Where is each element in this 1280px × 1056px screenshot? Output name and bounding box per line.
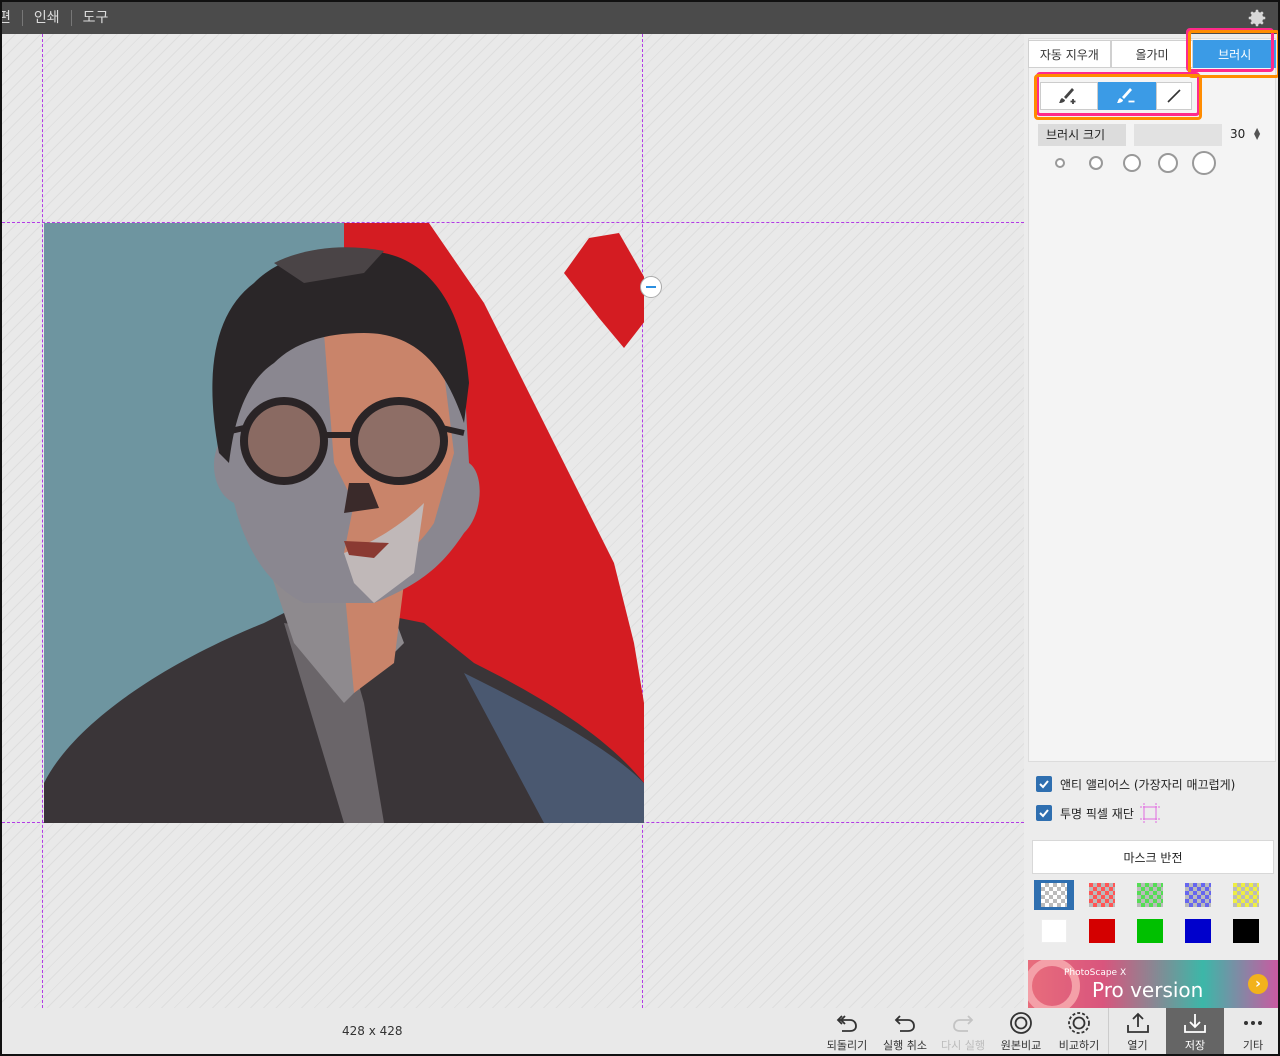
save-label: 저장 [1184,1039,1206,1052]
open-icon [1126,1012,1149,1033]
crop-icon [1139,803,1160,823]
redo-label: 다시 실행 [941,1039,985,1052]
more-label: 기타 [1242,1039,1264,1052]
ad-small-text: PhotoScape X [1064,968,1127,978]
top-menu: 편 인쇄 도구 [2,2,119,34]
tab-auto-eraser[interactable]: 자동 지우개 [1028,40,1111,68]
undo-button[interactable]: 실행 취소 [876,1008,934,1054]
brush-preset-4[interactable] [1150,150,1186,176]
menu-item-edit[interactable]: 편 [2,10,23,26]
swatch-green[interactable] [1130,916,1170,946]
undo-icon [894,1015,915,1032]
image-dimensions: 428 x 428 [342,1024,403,1038]
more-button[interactable]: 기타 [1224,1008,1278,1054]
brush-size-presets [1042,150,1222,176]
top-bar: 편 인쇄 도구 [2,2,1278,34]
more-icon [1244,1021,1262,1025]
brush-size-value[interactable]: 30 [1230,124,1245,146]
antialias-option[interactable]: 앤티 앨리어스 (가장자리 매끄럽게) [1036,775,1235,793]
revert-button[interactable]: 되돌리기 [818,1008,876,1054]
menu-item-print[interactable]: 인쇄 [23,10,72,26]
photo-image[interactable] [44,223,644,823]
compare-icon [1068,1012,1090,1034]
panel-tools-area [1028,38,1276,762]
highlight-box-tab-orange [1188,30,1278,78]
revert-icon [836,1015,857,1032]
mask-invert-button[interactable]: 마스크 반전 [1032,840,1274,874]
trim-label: 투명 픽셀 재단 [1060,806,1134,821]
brush-cursor-handle[interactable] [640,276,662,298]
swatch-transparent-blue[interactable] [1178,880,1218,910]
bottom-toolbar: 428 x 428 되돌리기 실행 취소 다시 실행 원본비교 비교하기 열기 … [2,1008,1278,1054]
brush-size-slider[interactable] [1134,124,1222,146]
ad-arrow-icon[interactable]: › [1248,974,1268,994]
swatch-black[interactable] [1226,916,1266,946]
menu-item-tools[interactable]: 도구 [72,10,120,26]
compare-button[interactable]: 비교하기 [1050,1008,1108,1054]
brush-size-spinner[interactable]: ▲ ▼ [1254,127,1260,141]
compare-label: 비교하기 [1058,1039,1100,1052]
brush-preset-3[interactable] [1114,150,1150,176]
redo-button[interactable]: 다시 실행 [934,1008,992,1054]
check-icon [1039,780,1049,789]
brush-size-label: 브러시 크기 [1038,124,1126,146]
swatch-blue[interactable] [1178,916,1218,946]
compare-original-button[interactable]: 원본비교 [992,1008,1050,1054]
save-icon [1184,1014,1206,1033]
save-button[interactable]: 저장 [1166,1008,1224,1054]
gear-icon[interactable] [1246,7,1268,29]
tab-lasso[interactable]: 올가미 [1110,40,1194,68]
trim-option[interactable]: 투명 픽셀 재단 [1036,803,1160,823]
editing-canvas[interactable] [2,34,1024,1008]
pro-version-ad[interactable]: PhotoScape X Pro version › [1028,960,1278,1008]
open-label: 열기 [1127,1039,1148,1052]
swatch-transparent-white[interactable] [1034,880,1074,910]
brush-preset-1[interactable] [1042,150,1078,176]
brush-size-row: 브러시 크기 30 ▲ ▼ [1038,124,1266,146]
trim-checkbox[interactable] [1036,805,1052,821]
check-icon [1039,809,1049,818]
guide-line-left [42,34,43,1008]
app-window: 편 인쇄 도구 [0,0,1280,1056]
mask-color-swatches [1034,880,1274,946]
antialias-label: 앤티 앨리어스 (가장자리 매끄럽게) [1060,777,1236,792]
compare-original-icon [1010,1012,1032,1034]
swatch-red[interactable] [1082,916,1122,946]
revert-label: 되돌리기 [826,1039,868,1052]
swatch-transparent-red[interactable] [1082,880,1122,910]
compare-original-label: 원본비교 [1000,1039,1042,1052]
swatch-white[interactable] [1034,916,1074,946]
swatch-transparent-yellow[interactable] [1226,880,1266,910]
highlight-box-mode-orange [1034,74,1202,120]
antialias-checkbox[interactable] [1036,776,1052,792]
ad-title: Pro version [1092,978,1204,1002]
swatch-transparent-green[interactable] [1130,880,1170,910]
redo-icon [953,1015,974,1032]
brush-preset-5[interactable] [1186,150,1222,176]
action-buttons: 되돌리기 실행 취소 다시 실행 원본비교 비교하기 열기 저장 기타 [818,1008,1278,1054]
brush-preset-2[interactable] [1078,150,1114,176]
open-button[interactable]: 열기 [1108,1008,1166,1054]
undo-label: 실행 취소 [883,1039,927,1052]
